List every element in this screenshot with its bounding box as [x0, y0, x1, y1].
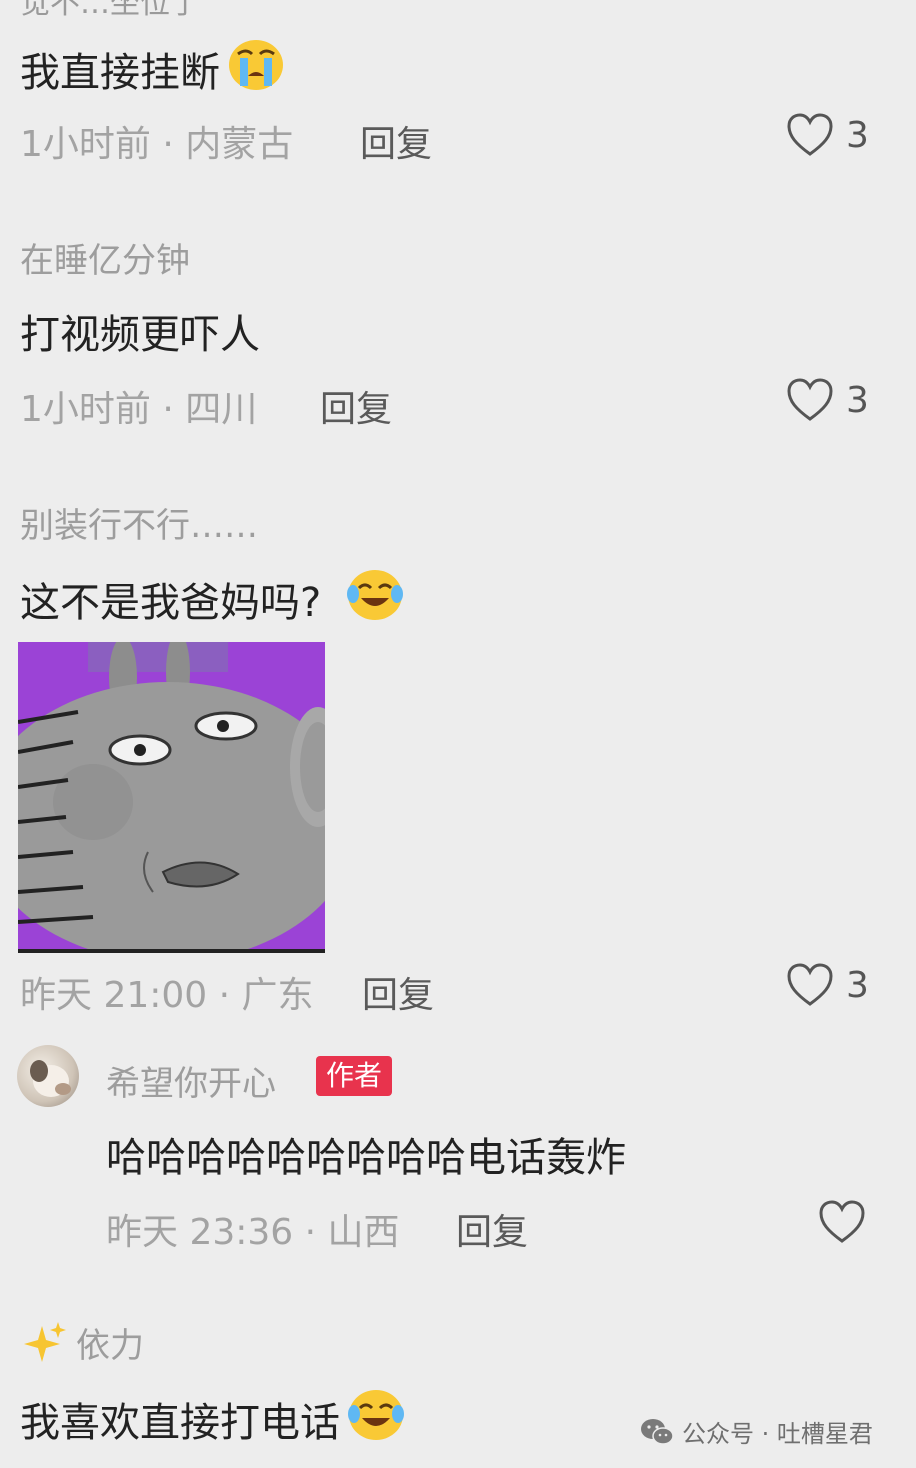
comment-2: 打视频更吓人 — [20, 302, 260, 360]
heart-icon — [819, 1200, 865, 1243]
tears-of-joy-face-icon — [345, 566, 405, 632]
sparkles-icon — [24, 1321, 66, 1362]
comment-meta: 1小时前 · 四川 — [20, 389, 258, 430]
comment-meta: 昨天 23:36 · 山西 — [106, 1212, 400, 1253]
comment-3: 这不是我爸妈吗? — [20, 566, 405, 632]
avatar[interactable] — [17, 1045, 79, 1107]
loudly-crying-face-icon — [226, 36, 286, 102]
comment-4: 哈哈哈哈哈哈哈哈哈电话轰炸 — [106, 1125, 626, 1183]
comment-meta: 1小时前 · 内蒙古 — [20, 124, 294, 165]
comment-username[interactable]: 在睡亿分钟 — [20, 233, 190, 282]
comment-text: 这不是我爸妈吗? — [20, 580, 322, 626]
comment-username[interactable]: 希望你开心 — [106, 1056, 276, 1105]
heart-icon — [787, 963, 833, 1006]
heart-icon — [787, 113, 833, 156]
like-count: 3 — [846, 964, 869, 1006]
heart-icon — [787, 378, 833, 421]
reply-button[interactable]: 回复 — [362, 966, 434, 1018]
like-button[interactable] — [818, 1199, 878, 1245]
comment-text: 打视频更吓人 — [20, 312, 260, 358]
comment-1: 我直接挂断 — [20, 36, 286, 102]
comment-username[interactable]: 别装行不行…… — [20, 498, 258, 547]
tears-of-joy-face-icon — [346, 1386, 406, 1452]
meme-image[interactable] — [18, 642, 325, 953]
like-count: 3 — [846, 379, 869, 421]
watermark: 公众号 · 吐槽星君 — [640, 1414, 873, 1449]
watermark-text: 公众号 · 吐槽星君 — [682, 1420, 873, 1448]
comment-5: 我喜欢直接打电话 — [20, 1386, 406, 1452]
reply-button[interactable]: 回复 — [360, 115, 432, 167]
like-button[interactable]: 3 — [786, 112, 869, 158]
comment-text: 我直接挂断 — [20, 50, 220, 96]
like-button[interactable]: 3 — [786, 377, 869, 423]
like-count: 3 — [846, 114, 869, 156]
reply-button[interactable]: 回复 — [456, 1203, 528, 1255]
like-button[interactable]: 3 — [786, 962, 869, 1008]
wechat-icon — [641, 1418, 674, 1445]
comment-meta: 昨天 21:00 · 广东 — [20, 975, 314, 1016]
partial-comment-text: 觉不…坐位了 — [20, 0, 200, 21]
author-badge: 作者 — [316, 1056, 393, 1096]
comment-text: 哈哈哈哈哈哈哈哈哈电话轰炸 — [106, 1135, 626, 1181]
comment-user-row: 依力 — [22, 1318, 144, 1367]
comment-text: 我喜欢直接打电话 — [20, 1400, 340, 1446]
comment-username[interactable]: 依力 — [76, 1318, 144, 1367]
reply-button[interactable]: 回复 — [320, 380, 392, 432]
